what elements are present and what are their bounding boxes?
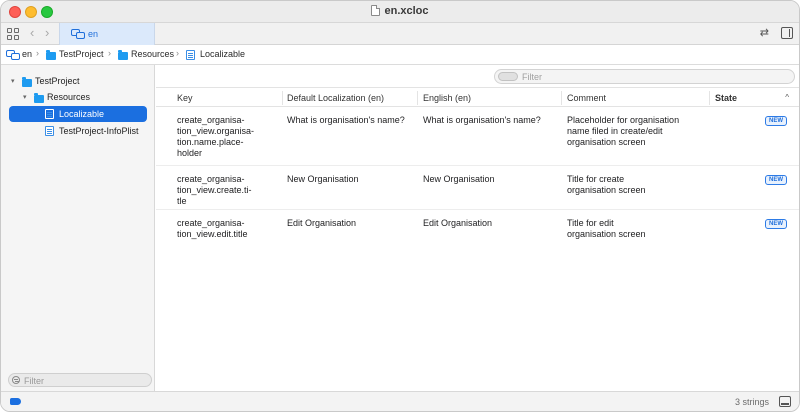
disclosure-triangle[interactable]: ▾ [11,77,15,85]
key-cell: create_organisa- tion_view.organisa- tio… [177,115,254,159]
back-button[interactable]: ‹ [30,26,34,40]
default-localization-cell[interactable]: What is organisation's name? [287,115,405,126]
key-line: tion_view.edit.title [177,229,248,239]
disclosure-triangle[interactable]: ▾ [23,93,27,101]
state-badge: NEW [765,219,787,229]
table-header: Key Default Localization (en) English (e… [156,87,799,107]
key-line: tion_view.organisa- [177,126,255,136]
table-filter-placeholder: Filter [522,72,542,82]
breadcrumb-resources[interactable]: Resources [131,49,174,59]
document-icon [371,5,381,16]
table-row[interactable]: create_organisa- tion_view.edit.title Ed… [156,210,799,248]
key-line: tle [177,196,187,206]
strings-file-icon [45,126,54,136]
sidebar-filter-placeholder: Filter [24,376,44,386]
english-cell[interactable]: What is organisation's name? [423,115,541,126]
grid-icon[interactable] [6,27,20,41]
folder-icon [118,50,128,60]
folder-icon [46,50,56,60]
column-header-default-localization[interactable]: Default Localization (en) [287,93,384,103]
table-filter-field[interactable]: Filter [494,69,795,84]
comment-line: organisation screen [567,137,646,147]
string-count: 3 strings [734,397,769,407]
column-header-state[interactable]: State [715,93,737,103]
table-row[interactable]: create_organisa- tion_view.organisa- tio… [156,107,799,166]
forward-button[interactable]: › [45,26,49,40]
comment-line: organisation screen [567,229,646,239]
tree-item-label: TestProject [35,76,80,86]
key-line: create_organisa- [177,218,245,228]
default-localization-cell[interactable]: Edit Organisation [287,218,356,229]
english-cell[interactable]: New Organisation [423,174,495,185]
localization-icon [71,29,85,39]
swap-icon[interactable]: ⇄ [760,27,769,40]
folder-icon [22,77,32,87]
comment-line: Placeholder for organisation [567,115,680,125]
sort-ascending-icon[interactable]: ^ [785,93,789,102]
key-line: create_organisa- [177,115,245,125]
breadcrumb-separator: › [36,48,39,58]
comment-line: Title for edit [567,218,614,228]
comment-cell: Placeholder for organisation name filed … [567,115,679,148]
status-bar: 3 strings [1,391,799,411]
breadcrumb-separator: › [108,48,111,58]
comment-line: name filed in create/edit [567,126,663,136]
filter-bar: Filter [156,65,799,87]
column-divider[interactable] [282,91,283,105]
inspector-icon[interactable] [781,27,793,39]
filter-icon [12,376,20,384]
key-line: tion_view.create.ti- [177,185,252,195]
folder-icon [34,93,44,103]
app-window: en.xcloc ‹ › en ⇄ en › TestProject › Res… [0,0,800,412]
column-divider[interactable] [709,91,710,105]
key-cell: create_organisa- tion_view.edit.title [177,218,248,240]
key-line: tion.name.place- [177,137,244,147]
window-title: en.xcloc [1,5,799,17]
tab-en-label: en [88,29,99,39]
panel-icon[interactable] [779,396,791,407]
english-cell[interactable]: Edit Organisation [423,218,492,229]
key-line: create_organisa- [177,174,245,184]
comment-cell: Title for create organisation screen [567,174,646,196]
column-divider[interactable] [417,91,418,105]
breadcrumb-localizable[interactable]: Localizable [200,49,245,59]
comment-line: Title for create [567,174,625,184]
state-badge: NEW [765,175,787,185]
key-cell: create_organisa- tion_view.create.ti- tl… [177,174,252,207]
column-header-key[interactable]: Key [177,93,193,103]
breadcrumb-en[interactable]: en [22,49,32,59]
comment-cell: Title for edit organisation screen [567,218,646,240]
breadcrumb: en › TestProject › Resources › Localizab… [1,45,799,65]
title-bar: en.xcloc [1,1,799,23]
sidebar: ▾ TestProject ▾ Resources Localizable Te… [1,65,155,391]
table-row[interactable]: create_organisa- tion_view.create.ti- tl… [156,166,799,210]
strings-table-area: Filter Key Default Localization (en) Eng… [156,65,799,391]
breadcrumb-separator: › [176,48,179,58]
tab-en[interactable]: en [59,23,155,45]
tree-item-label: Localizable [59,109,105,119]
key-line: holder [177,148,203,158]
strings-file-icon [45,109,54,119]
tag-icon[interactable] [10,398,21,405]
column-header-comment[interactable]: Comment [567,93,606,103]
tab-bar: ‹ › en ⇄ [1,23,799,45]
column-divider[interactable] [561,91,562,105]
comment-line: organisation screen [567,185,646,195]
filter-options-icon[interactable] [498,72,518,81]
sidebar-filter-field[interactable]: Filter [8,373,152,387]
state-badge: NEW [765,116,787,126]
column-header-english[interactable]: English (en) [423,93,471,103]
tree-item-label: TestProject-InfoPlist [59,126,139,136]
breadcrumb-testproject[interactable]: TestProject [59,49,104,59]
default-localization-cell[interactable]: New Organisation [287,174,359,185]
localization-icon [6,50,20,60]
tree-item-label: Resources [47,92,91,102]
window-title-text: en.xcloc [384,5,429,17]
strings-file-icon [186,50,195,60]
